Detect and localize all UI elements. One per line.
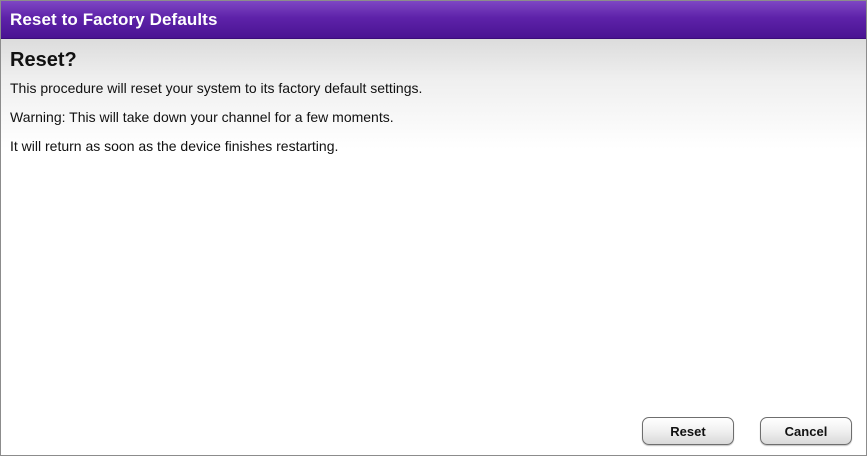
- dialog-title-bar: Reset to Factory Defaults: [1, 1, 866, 39]
- reset-button[interactable]: Reset: [642, 417, 734, 445]
- dialog-buttons: Reset Cancel: [642, 417, 852, 445]
- warning-text: Warning: This will take down your channe…: [10, 109, 394, 125]
- restart-note-text: It will return as soon as the device fin…: [10, 138, 339, 154]
- description-text: This procedure will reset your system to…: [10, 80, 423, 96]
- dialog-content: Reset? This procedure will reset your sy…: [1, 39, 866, 455]
- cancel-button[interactable]: Cancel: [760, 417, 852, 445]
- dialog-title: Reset to Factory Defaults: [10, 9, 218, 29]
- reset-dialog: Reset to Factory Defaults Reset? This pr…: [0, 0, 867, 456]
- dialog-heading: Reset?: [10, 49, 77, 71]
